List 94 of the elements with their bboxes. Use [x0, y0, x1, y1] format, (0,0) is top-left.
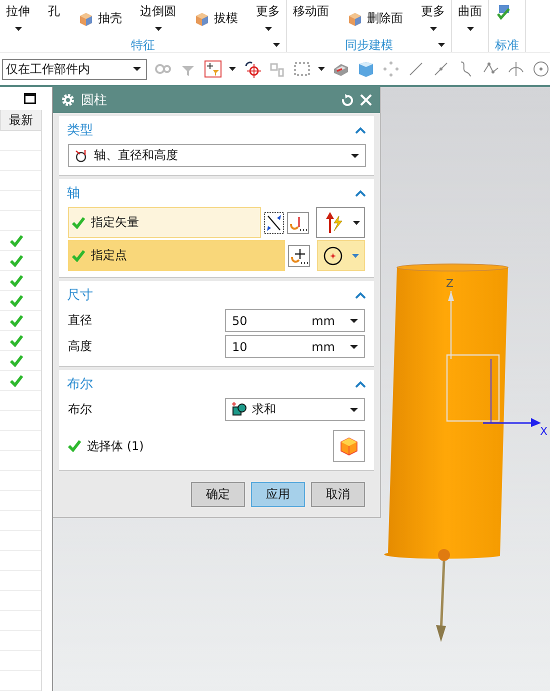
close-icon[interactable]	[360, 94, 372, 106]
line-icon[interactable]	[432, 60, 450, 78]
check-icon	[68, 440, 81, 452]
axis-label: Z	[446, 277, 454, 290]
check-icon	[10, 294, 23, 306]
ribbon-tool[interactable]: 更多	[421, 0, 445, 31]
ribbon-tool[interactable]: 孔	[48, 0, 60, 20]
section-header[interactable]: 尺寸	[59, 281, 374, 309]
selection-step[interactable]: 指定矢量	[68, 207, 262, 238]
section-title: 轴	[67, 185, 80, 202]
crosshair-icon[interactable]	[243, 60, 262, 78]
collapse-icon	[355, 126, 366, 134]
dialog-button[interactable]: 取消	[311, 482, 365, 507]
caret-icon	[350, 408, 358, 412]
dialog-button[interactable]: 应用	[251, 482, 305, 507]
caret-icon	[352, 254, 360, 258]
settings-icon[interactable]	[61, 93, 75, 107]
check-icon	[10, 354, 23, 366]
field-label: 直径	[68, 312, 92, 329]
caret-icon	[350, 318, 358, 322]
ribbon-tool[interactable]: 边倒圆	[140, 0, 176, 31]
cube-icon	[194, 10, 210, 26]
select-body-step[interactable]: 选择体 (1)	[68, 438, 144, 454]
collapse-icon	[355, 380, 366, 388]
reverse-direction-icon[interactable]	[264, 212, 284, 234]
section-title: 布尔	[67, 376, 93, 393]
caret-icon	[430, 27, 436, 31]
collapse-icon	[355, 292, 366, 298]
dialog-title: 圆柱	[81, 92, 108, 109]
line-icon[interactable]	[407, 60, 425, 78]
ribbon-tool[interactable]: 删除面	[347, 10, 403, 27]
column-header[interactable]: 最新	[0, 110, 41, 131]
circle-icon[interactable]	[532, 60, 550, 78]
ribbon-tool[interactable]: 拉伸	[6, 0, 30, 31]
cube-icon	[339, 436, 359, 456]
cube-icon[interactable]	[357, 60, 375, 78]
group-label: 特征	[131, 36, 155, 54]
scope-dropdown[interactable]: 仅在工作部件内	[2, 58, 148, 80]
check-icon	[10, 374, 23, 386]
section-title: 类型	[67, 122, 93, 139]
input-field[interactable]: 10 mm	[225, 335, 365, 358]
ribbon-tool[interactable]: 曲面	[458, 0, 482, 31]
check-icon	[10, 254, 23, 266]
axis-label: X	[540, 425, 548, 438]
maximize-icon[interactable]	[24, 93, 36, 104]
caret-icon	[133, 67, 142, 71]
point-icon	[322, 246, 343, 266]
caret-icon	[352, 220, 360, 224]
ribbon-tool[interactable]: 移动面	[293, 0, 329, 20]
section-header[interactable]: 轴	[59, 179, 374, 207]
select-body-button[interactable]	[333, 430, 365, 462]
field-label: 布尔	[68, 401, 92, 418]
selection-step[interactable]: 指定点	[68, 240, 285, 271]
caret-icon[interactable]	[273, 43, 280, 47]
check-icon	[10, 274, 23, 286]
caret-icon	[351, 154, 359, 158]
collapse-icon	[355, 190, 366, 196]
input-field[interactable]: 50 mm	[225, 309, 365, 332]
ribbon-tool[interactable]: 拔模	[194, 10, 238, 27]
type-dropdown[interactable]: 轴、直径和高度	[68, 144, 366, 167]
filter-icon[interactable]	[204, 60, 222, 78]
reset-icon[interactable]	[341, 94, 354, 106]
check-icon	[10, 234, 23, 246]
cylinder-type-icon	[75, 148, 89, 162]
dialog-button[interactable]: 确定	[191, 482, 245, 507]
field-label: 高度	[68, 338, 92, 355]
check-icon	[72, 216, 85, 228]
unite-icon	[232, 402, 247, 417]
caret-icon[interactable]	[318, 67, 325, 71]
caret-icon	[350, 344, 358, 348]
caret-icon[interactable]	[438, 43, 445, 47]
cube-icon	[347, 10, 363, 26]
section-title: 尺寸	[67, 287, 93, 304]
group-label: 标准	[495, 36, 519, 54]
viewport[interactable]: Z X 圆柱 类型 轴、直径和高度 轴 指定矢量 指定点 尺寸 直径 50 mm 高度 10 mm 布尔 布尔 求和 选择体 (1) 确定 应用 取消	[53, 87, 550, 691]
ribbon-tool[interactable]: 抽壳	[78, 10, 122, 27]
intersection-icon[interactable]	[507, 60, 525, 78]
check-icon	[10, 334, 23, 346]
caret-icon[interactable]	[229, 67, 236, 71]
ribbon-tool[interactable]: 更多	[256, 0, 280, 31]
caret-icon	[264, 27, 272, 31]
box-select-icon[interactable]	[293, 60, 312, 78]
check-icon	[72, 250, 85, 262]
section-header[interactable]: 布尔	[59, 370, 374, 398]
section-header[interactable]: 类型	[59, 116, 374, 144]
part-icon[interactable]	[495, 2, 513, 20]
points-icon[interactable]	[382, 60, 400, 78]
caret-icon	[466, 27, 474, 31]
caret-icon	[154, 27, 162, 31]
cube-icon	[78, 10, 94, 26]
caret-icon	[14, 27, 22, 31]
check-icon	[10, 314, 23, 326]
group-label: 同步建模	[345, 36, 393, 54]
boolean-dropdown[interactable]: 求和	[225, 398, 365, 421]
